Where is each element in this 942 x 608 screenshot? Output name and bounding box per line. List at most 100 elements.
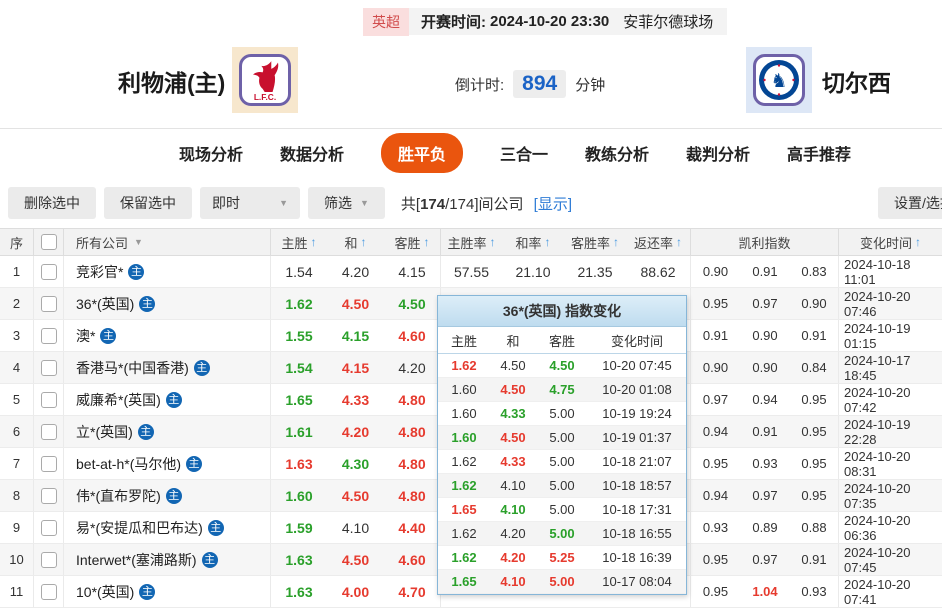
kelly-away: 0.95 xyxy=(790,384,838,415)
company-name: 伟*(直布罗陀) xyxy=(76,486,161,506)
popup-title: 36*(英国) 指数变化 xyxy=(438,296,686,327)
home-win-odds[interactable]: 1.65 xyxy=(270,384,327,415)
away-win-odds[interactable]: 4.80 xyxy=(384,384,440,415)
row-checkbox[interactable] xyxy=(41,328,57,344)
row-checkbox-cell xyxy=(33,416,63,447)
delete-selected-button[interactable]: 删除选中 xyxy=(8,187,96,219)
away-win-rate: 21.35 xyxy=(564,256,626,287)
row-checkbox[interactable] xyxy=(41,392,57,408)
company-name-cell[interactable]: bet-at-h*(马尔他)主 xyxy=(63,448,270,479)
show-link[interactable]: [显示] xyxy=(534,196,572,213)
settings-button[interactable]: 设置/选择 xyxy=(878,187,942,219)
home-win-odds[interactable]: 1.62 xyxy=(270,288,327,319)
home-page-badge-icon: 主 xyxy=(100,328,116,344)
away-win-odds[interactable]: 4.80 xyxy=(384,416,440,447)
header-home-rate[interactable]: 主胜率↑ xyxy=(440,229,502,255)
odds-mode-dropdown[interactable]: 即时 ▼ xyxy=(200,187,300,219)
away-win-odds[interactable]: 4.80 xyxy=(384,448,440,479)
draw-odds[interactable]: 4.15 xyxy=(327,320,384,351)
tab-4[interactable]: 三合一 xyxy=(500,133,548,173)
header-away-win[interactable]: 客胜↑ xyxy=(384,229,440,255)
company-name: 36*(英国) xyxy=(76,294,134,314)
kelly-home: 0.94 xyxy=(690,480,740,511)
tab-2[interactable]: 数据分析 xyxy=(280,133,344,173)
home-win-odds[interactable]: 1.59 xyxy=(270,512,327,543)
tab-3[interactable]: 胜平负 xyxy=(381,133,463,173)
header-return-rate[interactable]: 返还率↑ xyxy=(626,229,690,255)
company-name-cell[interactable]: 伟*(直布罗陀)主 xyxy=(63,480,270,511)
away-win-odds[interactable]: 4.50 xyxy=(384,288,440,319)
header-change-time[interactable]: 变化时间↑ xyxy=(838,229,942,255)
popup-change-time: 10-18 16:39 xyxy=(588,550,686,565)
home-win-odds[interactable]: 1.63 xyxy=(270,448,327,479)
home-win-odds[interactable]: 1.63 xyxy=(270,576,327,607)
tab-6[interactable]: 裁判分析 xyxy=(686,133,750,173)
home-win-odds[interactable]: 1.63 xyxy=(270,544,327,575)
draw-odds[interactable]: 4.50 xyxy=(327,480,384,511)
popup-away-odds: 5.00 xyxy=(536,502,588,517)
row-checkbox[interactable] xyxy=(41,552,57,568)
tab-5[interactable]: 教练分析 xyxy=(585,133,649,173)
company-name-cell[interactable]: Interwet*(塞浦路斯)主 xyxy=(63,544,270,575)
filter-dropdown[interactable]: 筛选 ▼ xyxy=(308,187,385,219)
company-name-cell[interactable]: 36*(英国)主 xyxy=(63,288,270,319)
kelly-draw: 0.91 xyxy=(740,416,790,447)
away-win-odds[interactable]: 4.60 xyxy=(384,544,440,575)
company-name-cell[interactable]: 威廉希*(英国)主 xyxy=(63,384,270,415)
header-draw[interactable]: 和↑ xyxy=(327,229,384,255)
away-win-odds[interactable]: 4.70 xyxy=(384,576,440,607)
home-win-odds[interactable]: 1.61 xyxy=(270,416,327,447)
row-index: 1 xyxy=(0,256,33,287)
kelly-draw: 0.97 xyxy=(740,544,790,575)
company-name-cell[interactable]: 竞彩官*主 xyxy=(63,256,270,287)
draw-odds[interactable]: 4.33 xyxy=(327,384,384,415)
away-win-odds[interactable]: 4.80 xyxy=(384,480,440,511)
draw-odds[interactable]: 4.20 xyxy=(327,416,384,447)
company-name-cell[interactable]: 立*(英国)主 xyxy=(63,416,270,447)
away-win-odds[interactable]: 4.40 xyxy=(384,512,440,543)
popup-draw-odds: 4.50 xyxy=(490,382,536,397)
header-away-rate[interactable]: 客胜率↑ xyxy=(564,229,626,255)
row-index: 4 xyxy=(0,352,33,383)
header-company[interactable]: 所有公司 ▼ xyxy=(63,229,270,255)
row-checkbox[interactable] xyxy=(41,296,57,312)
popup-away-odds: 5.00 xyxy=(536,526,588,541)
header-draw-rate[interactable]: 和率↑ xyxy=(502,229,564,255)
away-win-odds[interactable]: 4.60 xyxy=(384,320,440,351)
home-win-odds[interactable]: 1.54 xyxy=(270,256,327,287)
header-company-label: 所有公司 xyxy=(76,233,128,252)
header-home-win[interactable]: 主胜↑ xyxy=(270,229,327,255)
company-name-cell[interactable]: 香港马*(中国香港)主 xyxy=(63,352,270,383)
home-win-odds[interactable]: 1.60 xyxy=(270,480,327,511)
row-checkbox[interactable] xyxy=(41,520,57,536)
draw-odds[interactable]: 4.20 xyxy=(327,256,384,287)
away-win-odds[interactable]: 4.20 xyxy=(384,352,440,383)
popup-draw-odds: 4.10 xyxy=(490,478,536,493)
row-checkbox[interactable] xyxy=(41,264,57,280)
popup-change-time: 10-18 21:07 xyxy=(588,454,686,469)
tab-1[interactable]: 现场分析 xyxy=(179,133,243,173)
row-checkbox[interactable] xyxy=(41,424,57,440)
company-name-cell[interactable]: 澳*主 xyxy=(63,320,270,351)
home-win-odds[interactable]: 1.54 xyxy=(270,352,327,383)
row-checkbox[interactable] xyxy=(41,456,57,472)
tab-7[interactable]: 高手推荐 xyxy=(787,133,851,173)
draw-odds[interactable]: 4.15 xyxy=(327,352,384,383)
home-page-badge-icon: 主 xyxy=(128,264,144,280)
draw-odds[interactable]: 4.10 xyxy=(327,512,384,543)
company-name-cell[interactable]: 10*(英国)主 xyxy=(63,576,270,607)
select-all-checkbox[interactable] xyxy=(41,234,57,250)
keep-selected-button[interactable]: 保留选中 xyxy=(104,187,192,219)
row-checkbox[interactable] xyxy=(41,584,57,600)
company-name-cell[interactable]: 易*(安提瓜和巴布达)主 xyxy=(63,512,270,543)
draw-odds[interactable]: 4.50 xyxy=(327,544,384,575)
draw-odds[interactable]: 4.30 xyxy=(327,448,384,479)
draw-odds[interactable]: 4.50 xyxy=(327,288,384,319)
home-win-odds[interactable]: 1.55 xyxy=(270,320,327,351)
away-win-odds[interactable]: 4.15 xyxy=(384,256,440,287)
return-rate: 88.62 xyxy=(626,256,690,287)
row-checkbox[interactable] xyxy=(41,360,57,376)
draw-odds[interactable]: 4.00 xyxy=(327,576,384,607)
popup-change-time: 10-18 16:55 xyxy=(588,526,686,541)
row-checkbox[interactable] xyxy=(41,488,57,504)
